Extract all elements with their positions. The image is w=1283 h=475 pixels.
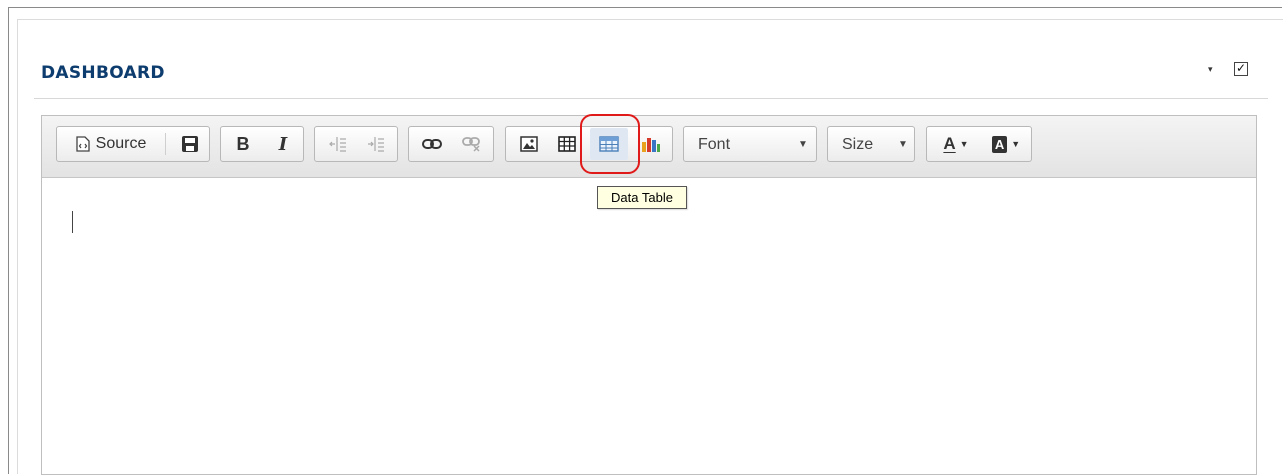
unlink-icon bbox=[462, 137, 480, 152]
chart-icon bbox=[642, 138, 660, 152]
font-combo-label: Font bbox=[698, 136, 731, 153]
bold-button[interactable]: B bbox=[225, 127, 261, 161]
data-table-tooltip: Data Table bbox=[597, 186, 687, 209]
toolbar-group-links bbox=[408, 126, 494, 162]
panel-options-caret-icon[interactable]: ▾ bbox=[1208, 64, 1213, 75]
outdent-button[interactable] bbox=[321, 127, 355, 161]
size-combo-label: Size bbox=[842, 136, 874, 153]
indent-button[interactable] bbox=[359, 127, 393, 161]
image-icon bbox=[520, 136, 538, 152]
toolbar-group-indent bbox=[314, 126, 398, 162]
background-color-arrow-icon: ▼ bbox=[1011, 139, 1021, 149]
size-combo-arrow-icon: ▼ bbox=[898, 139, 908, 150]
font-combo[interactable]: Font ▼ bbox=[683, 126, 817, 162]
editor-toolbar: Source B I Font ▼ Size ▼ A ▼ A ▼ bbox=[42, 116, 1256, 178]
page-title: DASHBOARD bbox=[41, 63, 165, 83]
link-icon bbox=[422, 139, 442, 149]
font-combo-arrow-icon: ▼ bbox=[798, 139, 808, 150]
italic-button[interactable]: I bbox=[265, 127, 301, 161]
size-combo[interactable]: Size ▼ bbox=[827, 126, 915, 162]
title-divider bbox=[34, 98, 1268, 99]
toolbar-group-document: Source bbox=[56, 126, 210, 162]
editor-content-area[interactable] bbox=[42, 178, 1256, 474]
text-cursor bbox=[72, 211, 73, 233]
background-color-button[interactable]: A ▼ bbox=[983, 127, 1029, 161]
text-color-button[interactable]: A ▼ bbox=[933, 127, 979, 161]
indent-icon bbox=[368, 137, 384, 152]
toolbar-group-basicstyles: B I bbox=[220, 126, 304, 162]
source-icon bbox=[75, 136, 90, 152]
data-table-highlight-circle bbox=[580, 114, 640, 174]
background-color-icon: A bbox=[991, 135, 1008, 153]
save-icon bbox=[182, 136, 198, 152]
toolbar-separator bbox=[165, 133, 166, 155]
text-color-arrow-icon: ▼ bbox=[959, 139, 969, 149]
image-button[interactable] bbox=[512, 127, 546, 161]
source-label: Source bbox=[95, 135, 147, 152]
panel-checkbox[interactable]: ✓ bbox=[1234, 62, 1248, 76]
unlink-button[interactable] bbox=[455, 127, 489, 161]
link-button[interactable] bbox=[415, 127, 449, 161]
outdent-icon bbox=[329, 137, 346, 152]
rich-text-editor: Source B I Font ▼ Size ▼ A ▼ A ▼ bbox=[41, 115, 1257, 475]
toolbar-group-colors: A ▼ A ▼ bbox=[926, 126, 1032, 162]
source-button[interactable]: Source bbox=[61, 127, 161, 161]
table-button[interactable] bbox=[550, 127, 584, 161]
save-button[interactable] bbox=[173, 127, 207, 161]
table-icon bbox=[558, 136, 576, 152]
text-color-icon: A bbox=[943, 134, 956, 153]
